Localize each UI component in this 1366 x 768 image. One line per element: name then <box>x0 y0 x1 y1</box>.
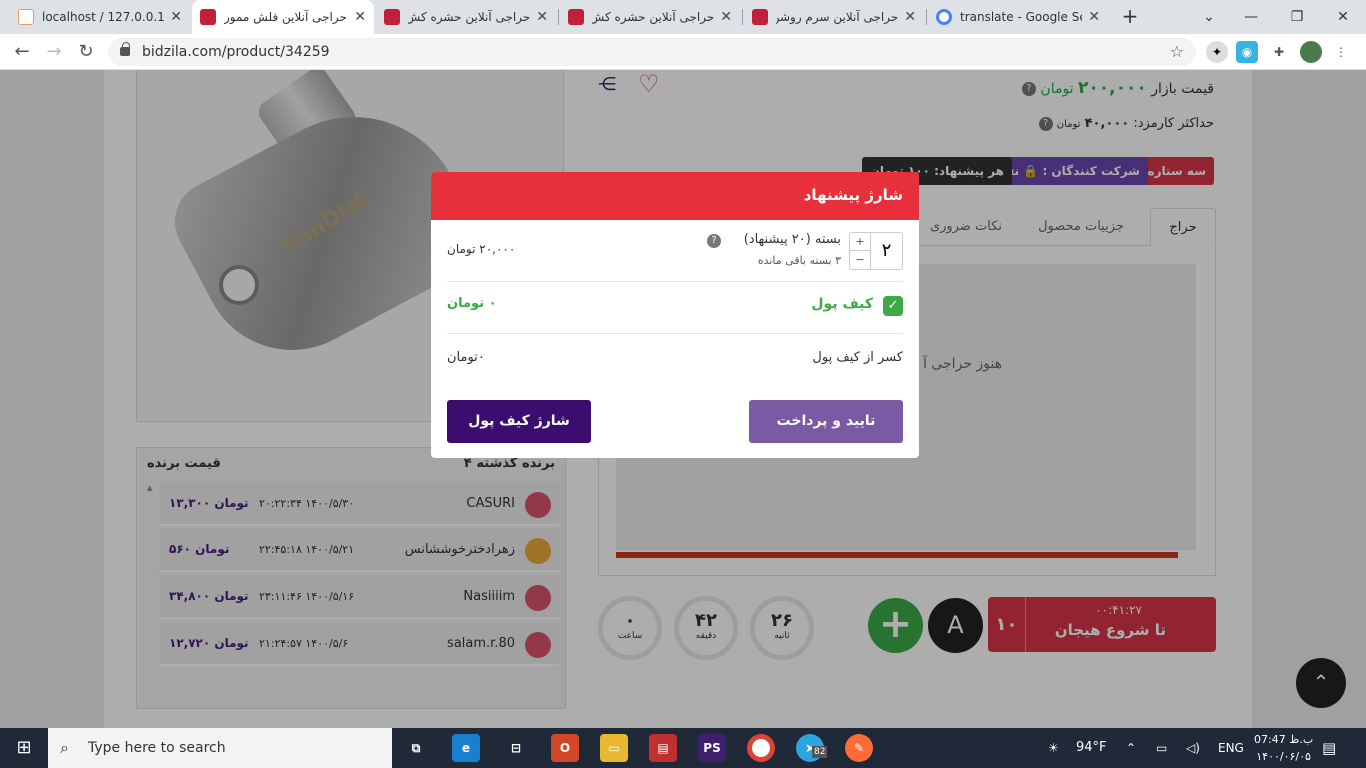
telegram-badge: 82 <box>812 746 828 758</box>
deduct-label: کسر از کیف پول <box>812 350 903 365</box>
postman-icon[interactable]: ✎ <box>845 734 873 762</box>
reload-button[interactable]: ↻ <box>74 40 98 64</box>
tab-separator <box>558 9 559 25</box>
close-tab-icon[interactable]: ✕ <box>1088 9 1100 25</box>
package-row: ۲ + − بسته (۲۰ پیشنهاد) ۳ بسته باقی ماند… <box>447 220 903 282</box>
modal-title: شارژ پیشنهاد <box>431 172 919 220</box>
close-tab-icon[interactable]: ✕ <box>720 9 732 25</box>
address-bar[interactable]: bidzila.com/product/34259 ☆ <box>108 38 1196 66</box>
extension-icon[interactable]: ◉ <box>1236 41 1258 63</box>
back-button[interactable]: ← <box>10 40 34 64</box>
phpstorm-icon[interactable]: PS <box>698 734 726 762</box>
google-icon <box>936 9 952 25</box>
tab-flash-memory[interactable]: حراجی آنلاین فلش ممور ✕ <box>192 0 374 34</box>
forward-button[interactable]: → <box>42 40 66 64</box>
bidzila-icon <box>384 9 400 25</box>
chrome-icon[interactable] <box>747 734 775 762</box>
wallet-label: کیف پول <box>811 296 873 312</box>
tab-separator <box>742 9 743 25</box>
package-label: بسته (۲۰ پیشنهاد) <box>743 232 841 247</box>
browser-tab-bar: localhost / 127.0.0.1 / ... ✕ حراجی آنلا… <box>0 0 1366 34</box>
office-icon[interactable]: O <box>551 734 579 762</box>
windows-taskbar: ⊞ ⌕ Type here to search ⧉ e ⊟ O ▭ ▤ PS ➤… <box>0 728 1366 768</box>
bookmark-star-icon[interactable]: ☆ <box>1170 38 1184 66</box>
bidzila-icon <box>568 9 584 25</box>
puzzle-icon[interactable]: ✚ <box>1268 41 1290 63</box>
network-icon[interactable]: ▭ <box>1156 728 1167 768</box>
tab-insecticide-1[interactable]: حراجی آنلاین حشره کش ✕ <box>376 0 556 34</box>
task-view-icon[interactable]: ⧉ <box>402 734 430 762</box>
increase-button[interactable]: + <box>850 233 870 251</box>
close-tab-icon[interactable]: ✕ <box>904 9 916 25</box>
windows-start-icon[interactable]: ⊞ <box>0 728 48 768</box>
package-price: ۲۰,۰۰۰ تومان <box>447 242 516 256</box>
browser-toolbar: ← → ↻ bidzila.com/product/34259 ☆ ✦ ◉ ✚ … <box>0 34 1366 70</box>
phpmyadmin-icon <box>18 9 34 25</box>
file-explorer-icon[interactable]: ▭ <box>600 734 628 762</box>
weather-temp[interactable]: 94°F <box>1076 728 1107 768</box>
decrease-button[interactable]: − <box>850 251 870 269</box>
deduct-row: کسر از کیف پول ۰تومان <box>447 334 903 384</box>
close-tab-icon[interactable]: ✕ <box>354 9 366 25</box>
close-tab-icon[interactable]: ✕ <box>536 9 548 25</box>
charge-wallet-button[interactable]: شارژ کیف پول <box>447 400 591 443</box>
edge-icon[interactable]: e <box>452 734 480 762</box>
remaining-label: ۳ بسته باقی مانده <box>757 254 841 267</box>
volume-icon[interactable]: ◁) <box>1186 728 1200 768</box>
language-indicator[interactable]: ENG <box>1218 728 1244 768</box>
wallet-checkbox[interactable]: ✓ <box>883 296 903 316</box>
weather-icon[interactable]: ☀ <box>1048 728 1059 768</box>
confirm-pay-button[interactable]: تایید و پرداخت <box>749 400 903 443</box>
minimize-button[interactable]: — <box>1228 0 1274 34</box>
clock[interactable]: 07:47 ب.ظ ۱۴۰۰/۰۶/۰۵ <box>1254 731 1313 765</box>
tab-search-icon[interactable]: ⌄ <box>1186 0 1232 34</box>
tab-separator <box>926 9 927 25</box>
new-tab-button[interactable]: + <box>1118 4 1142 28</box>
search-icon: ⌕ <box>60 738 69 757</box>
bidzila-icon <box>752 9 768 25</box>
restore-button[interactable]: ❐ <box>1274 0 1320 34</box>
menu-icon[interactable]: ⋮ <box>1330 41 1352 63</box>
store-icon[interactable]: ⊟ <box>502 734 530 762</box>
tab-insecticide-2[interactable]: حراجی آنلاین حشره کش ✕ <box>560 0 740 34</box>
bidzila-icon <box>200 9 216 25</box>
lock-icon <box>120 42 130 56</box>
wallet-value: ۰ تومان <box>447 296 497 311</box>
close-window-button[interactable]: ✕ <box>1320 0 1366 34</box>
help-icon[interactable]: ? <box>707 234 721 248</box>
wallet-row: ✓ کیف پول ۰ تومان <box>447 282 903 334</box>
tab-google-translate[interactable]: translate - Google Sea ✕ <box>928 0 1108 34</box>
charge-bid-modal: شارژ پیشنهاد ۲ + − بسته (۲۰ پیشنهاد) ۳ ب… <box>431 172 919 458</box>
tab-serum[interactable]: حراجی آنلاین سرم روشن ✕ <box>744 0 924 34</box>
deduct-value: ۰تومان <box>447 350 485 365</box>
quantity-stepper[interactable]: ۲ + − <box>849 232 903 270</box>
profile-avatar[interactable] <box>1300 41 1322 63</box>
extension-icon[interactable]: ✦ <box>1206 41 1228 63</box>
notification-icon[interactable]: ▤ <box>1322 728 1336 768</box>
close-tab-icon[interactable]: ✕ <box>170 9 182 25</box>
chart-app-icon[interactable]: ▤ <box>649 734 677 762</box>
tray-chevron-icon[interactable]: ⌃ <box>1126 728 1136 768</box>
tab-localhost[interactable]: localhost / 127.0.0.1 / ... ✕ <box>10 0 190 34</box>
taskbar-search-input[interactable]: ⌕ Type here to search <box>48 728 392 768</box>
